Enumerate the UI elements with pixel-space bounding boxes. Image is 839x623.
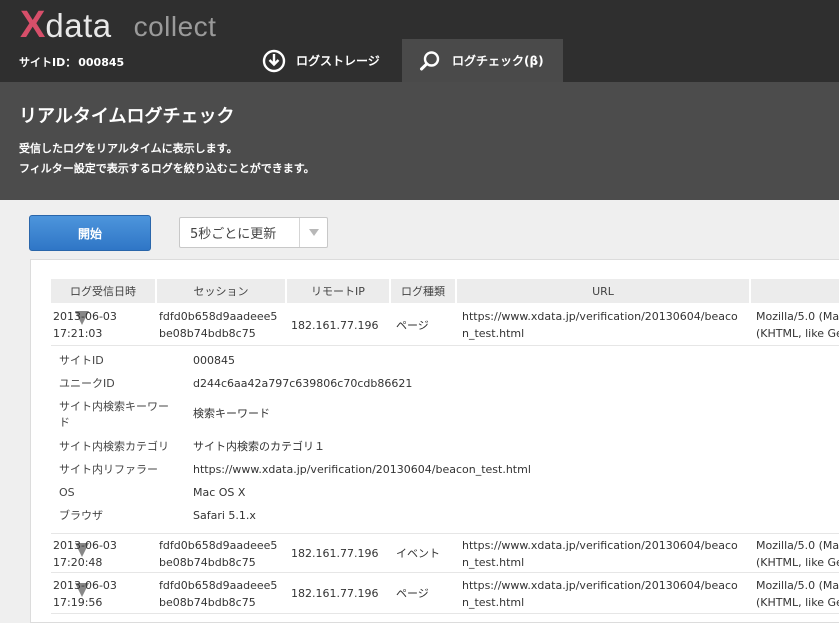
detail-value-os: Mac OS X (193, 486, 246, 499)
refresh-interval-select[interactable]: 5秒ごとに更新 (179, 217, 328, 248)
page-description-line-1: 受信したログをリアルタイムに表示します。 (19, 142, 238, 155)
column-header-user-agent[interactable] (751, 279, 839, 303)
table-row[interactable]: 2013-06-03 17:20:48 fdfd0b658d9aadeee5 be0… (51, 533, 839, 573)
tab-log-storage[interactable]: ログストレージ (246, 39, 402, 82)
search-icon (418, 49, 442, 73)
row-log-type: イベント (396, 547, 440, 560)
row-remote-ip: 182.161.77.196 (291, 319, 379, 332)
logo-data: data (45, 7, 112, 44)
row-session: fdfd0b658d9aadeee5 be08b74bdb8c75 (159, 539, 278, 569)
row-session: fdfd0b658d9aadeee5 be08b74bdb8c75 (159, 310, 278, 340)
tab-log-check-label: ログチェック(β) (452, 54, 544, 68)
detail-label-search-keyword: サイト内検索キーワード (59, 400, 169, 429)
start-button[interactable]: 開始 (29, 215, 151, 251)
table-row[interactable]: 2013-06-03 17:21:03 fdfd0b658d9aadeee5 be0… (51, 304, 839, 346)
page-header: リアルタイムログチェック 受信したログをリアルタイムに表示します。 フィルター設… (0, 82, 839, 200)
row-url[interactable]: https://www.xdata.jp/verification/201306… (462, 537, 738, 571)
row-url[interactable]: https://www.xdata.jp/verification/201306… (462, 577, 738, 611)
column-header-url[interactable]: URL (457, 279, 749, 303)
row-log-type: ページ (396, 587, 429, 600)
row-log-type: ページ (396, 319, 429, 332)
page-description: 受信したログをリアルタイムに表示します。 フィルター設定で表示するログを絞り込む… (19, 139, 315, 179)
row-user-agent: Mozilla/5.0 (Ma (KHTML, like Ge (756, 539, 839, 569)
detail-label-site-id: サイトID (59, 354, 104, 367)
table-row[interactable]: 2013-06-03 17:19:56 fdfd0b658d9aadeee5 be0… (51, 574, 839, 614)
row-date: 2013-06-03 17:19:56 (53, 579, 117, 609)
row-url[interactable]: https://www.xdata.jp/verification/201306… (462, 308, 738, 342)
row-session: fdfd0b658d9aadeee5 be08b74bdb8c75 (159, 579, 278, 609)
detail-label-search-category: サイト内検索カテゴリ (59, 440, 169, 453)
detail-value-unique-id: d244c6aa42a797c639806c70cdb86621 (193, 377, 413, 390)
xdata-collect-logo[interactable]: X data collect (20, 4, 216, 44)
detail-label-unique-id: ユニークID (59, 377, 115, 390)
site-id-value: 000845 (78, 56, 125, 69)
row-date: 2013-06-03 17:21:03 (53, 310, 117, 340)
detail-value-site-id: 000845 (193, 354, 235, 367)
site-id: サイトID： 000845 (19, 54, 124, 70)
detail-value-referrer: https://www.xdata.jp/verification/201306… (193, 463, 531, 476)
column-header-remote-ip[interactable]: リモートIP (287, 279, 389, 303)
row-remote-ip: 182.161.77.196 (291, 587, 379, 600)
row-user-agent: Mozilla/5.0 (Ma (KHTML, like Ge (756, 579, 839, 609)
detail-label-referrer: サイト内リファラー (59, 463, 158, 476)
refresh-interval-value: 5秒ごとに更新 (190, 227, 277, 242)
download-icon (262, 49, 286, 73)
tab-log-storage-label: ログストレージ (296, 54, 380, 68)
logo-collect: collect (133, 11, 217, 42)
site-id-label: サイトID： (19, 56, 77, 69)
detail-label-browser: ブラウザ (59, 509, 103, 522)
detail-value-browser: Safari 5.1.x (193, 509, 256, 522)
log-table-panel: ログ受信日時 セッション リモートIP ログ種類 URL 2013-06-03 1… (30, 259, 839, 623)
row-remote-ip: 182.161.77.196 (291, 547, 379, 560)
logo-x: X (20, 4, 46, 46)
detail-value-search-keyword: 検索キーワード (193, 407, 270, 420)
column-header-received-at[interactable]: ログ受信日時 (51, 279, 155, 303)
row-date: 2013-06-03 17:20:48 (53, 539, 117, 569)
page-title: リアルタイムログチェック (19, 106, 235, 127)
chevron-down-icon (299, 218, 327, 247)
column-header-session[interactable]: セッション (157, 279, 285, 303)
row-user-agent: Mozilla/5.0 (Ma (KHTML, like Ge (756, 310, 839, 340)
detail-label-os: OS (59, 486, 75, 499)
column-header-log-type[interactable]: ログ種類 (391, 279, 455, 303)
top-bar: X data collect サイトID： 000845 ログストレージ ログチェ… (0, 0, 839, 82)
tab-log-check[interactable]: ログチェック(β) (402, 39, 563, 82)
detail-value-search-category: サイト内検索のカテゴリ１ (193, 440, 325, 453)
page-description-line-2: フィルター設定で表示するログを絞り込むことができます。 (19, 162, 315, 175)
